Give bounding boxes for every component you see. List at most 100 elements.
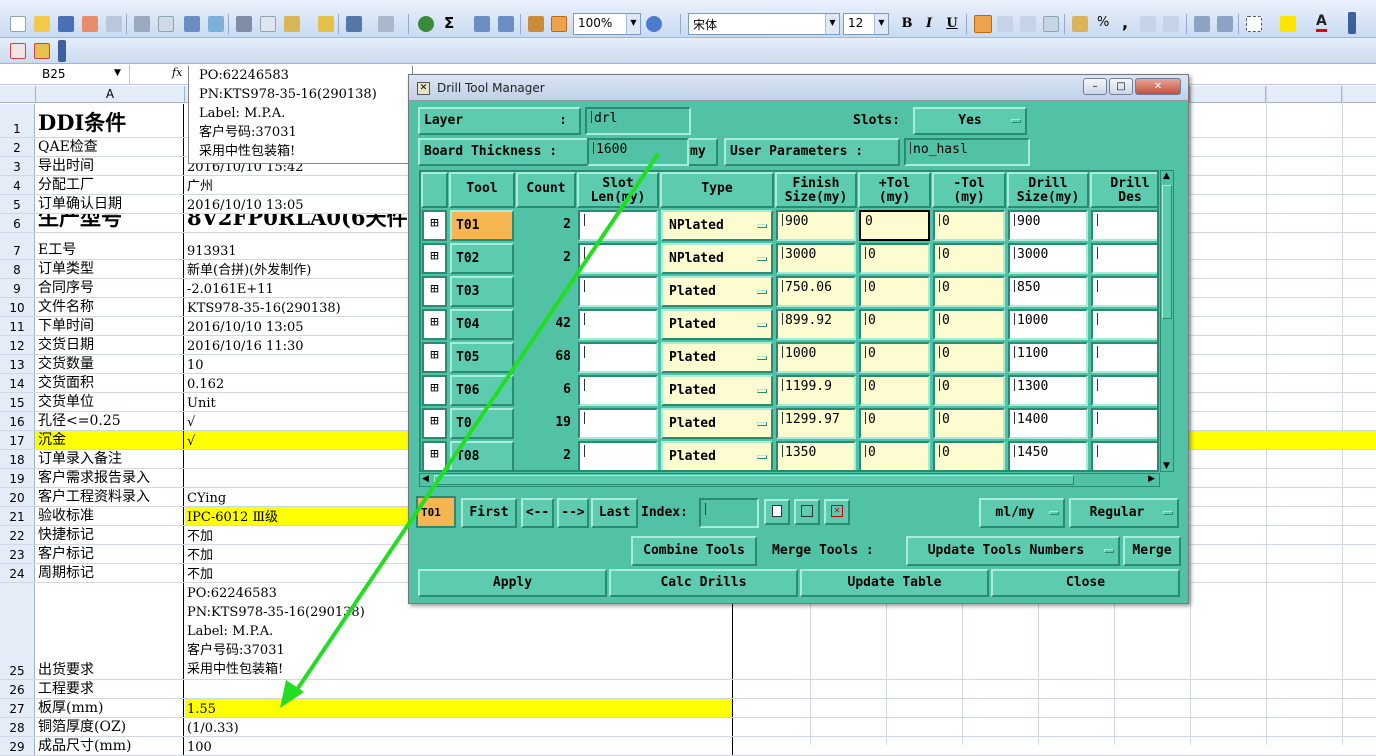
name-box[interactable]: B25 ▼	[0, 65, 130, 85]
row-number[interactable]: 11	[0, 317, 35, 335]
drill-size-field[interactable]: 850	[1008, 276, 1088, 307]
scroll-thumb[interactable]	[1162, 185, 1172, 319]
underline-button[interactable]: U	[943, 15, 961, 33]
drill-size-field[interactable]: 3000	[1008, 243, 1088, 274]
type-dropdown[interactable]: Plated	[661, 375, 773, 406]
drill-des-field[interactable]	[1091, 375, 1157, 406]
tool-button[interactable]: T0	[450, 408, 514, 439]
row-expand-button[interactable]: ⊞	[422, 408, 447, 439]
email-icon[interactable]	[106, 16, 122, 32]
finish-size-field[interactable]: 1199.9	[776, 375, 856, 406]
cell-a[interactable]: 成品尺寸(mm)	[36, 737, 184, 755]
toolbar-options-icon[interactable]	[1348, 12, 1356, 34]
row-number[interactable]: 16	[0, 412, 35, 430]
slot-len-field[interactable]	[578, 243, 658, 274]
chevron-down-icon[interactable]: ▼	[825, 14, 839, 34]
fill-color-icon[interactable]	[1280, 16, 1296, 32]
cell-a[interactable]: 导出时间	[36, 157, 184, 175]
first-button[interactable]: First	[461, 498, 517, 528]
chart-wizard-icon[interactable]	[528, 16, 544, 32]
row-number[interactable]: 24	[0, 564, 35, 582]
scroll-thumb[interactable]	[434, 475, 1074, 485]
type-dropdown[interactable]: Plated	[661, 276, 773, 307]
tool-button[interactable]: T06	[450, 375, 514, 406]
plus-tol-field[interactable]: 0	[859, 243, 930, 274]
plus-tol-field[interactable]: 0	[859, 210, 930, 241]
tool-button[interactable]: T01	[450, 210, 514, 241]
slot-len-field[interactable]	[578, 210, 658, 241]
plus-tol-field[interactable]: 0	[859, 309, 930, 340]
hyperlink-icon[interactable]	[418, 16, 434, 32]
align-left-icon[interactable]	[974, 15, 992, 33]
scroll-down-icon[interactable]: ▼	[1163, 461, 1170, 471]
italic-button[interactable]: I	[920, 15, 938, 33]
tool-button[interactable]: T08	[450, 441, 514, 470]
minus-tol-field[interactable]: 0	[933, 375, 1005, 406]
cell-a[interactable]: DDI条件	[36, 104, 184, 137]
horizontal-scrollbar[interactable]: ◀ ▶	[419, 473, 1160, 487]
scroll-up-icon[interactable]: ▲	[1163, 171, 1170, 181]
font-name-select[interactable]: 宋体 ▼	[688, 13, 840, 35]
tool-button[interactable]: T04	[450, 309, 514, 340]
row-number[interactable]: 8	[0, 260, 35, 278]
minus-tol-field[interactable]: 0	[933, 342, 1005, 373]
cell-a[interactable]: 订单确认日期	[36, 195, 184, 213]
drill-des-field[interactable]	[1091, 309, 1157, 340]
board-thickness-field[interactable]: 1600	[587, 138, 689, 166]
cell-a[interactable]: 周期标记	[36, 564, 184, 582]
research-icon[interactable]	[208, 16, 224, 32]
index-field[interactable]	[699, 498, 759, 528]
row-number[interactable]: 26	[0, 680, 35, 698]
cell-a[interactable]: 分配工厂	[36, 176, 184, 194]
plus-tol-field[interactable]: 0	[859, 441, 930, 470]
slot-len-field[interactable]	[578, 342, 658, 373]
row-number[interactable]: 4	[0, 176, 35, 194]
finish-size-field[interactable]: 1000	[776, 342, 856, 373]
select-all-corner[interactable]	[0, 86, 36, 103]
row-number[interactable]: 7	[0, 233, 35, 259]
cell-a[interactable]: 交货数量	[36, 355, 184, 373]
layer-field[interactable]: drl	[585, 107, 691, 135]
cell-a[interactable]: 板厚(mm)	[36, 699, 184, 717]
row-expand-button[interactable]: ⊞	[422, 243, 447, 274]
merge-center-icon[interactable]	[1043, 16, 1059, 32]
sort-descending-icon[interactable]	[498, 16, 514, 32]
cell-a[interactable]: 合同序号	[36, 279, 184, 297]
row-number[interactable]: 12	[0, 336, 35, 354]
cut-icon[interactable]	[236, 16, 252, 32]
user-parameters-button[interactable]: User Parameters :	[724, 138, 900, 166]
cell-a[interactable]: 交货单位	[36, 393, 184, 411]
borders-icon[interactable]	[1246, 16, 1262, 32]
mode-dropdown[interactable]: Regular	[1069, 498, 1179, 528]
vertical-scrollbar[interactable]: ▲ ▼	[1160, 170, 1174, 472]
row-number[interactable]: 23	[0, 545, 35, 563]
cell-a[interactable]: 交货日期	[36, 336, 184, 354]
cell-b[interactable]: (1/0.33)	[185, 718, 733, 736]
chevron-down-icon[interactable]: ▼	[874, 14, 888, 34]
pdf-icon[interactable]	[10, 43, 26, 59]
chevron-down-icon[interactable]: ▼	[114, 68, 121, 78]
user-parameters-field[interactable]: no_hasl	[904, 138, 1030, 166]
row-number[interactable]: 15	[0, 393, 35, 411]
minus-tol-field[interactable]: 0	[933, 210, 1005, 241]
maximize-button[interactable]: □	[1109, 78, 1133, 95]
cell-a[interactable]: 生产型号	[36, 214, 184, 232]
pdf-options-icon[interactable]	[34, 43, 50, 59]
row-number[interactable]: 3	[0, 157, 35, 175]
cell-a[interactable]: 工程要求	[36, 680, 184, 698]
row-expand-button[interactable]: ⊞	[422, 276, 447, 307]
tool-button[interactable]: T02	[450, 243, 514, 274]
cell-a[interactable]: 快捷标记	[36, 526, 184, 544]
cell-a[interactable]: 订单类型	[36, 260, 184, 278]
combine-tools-button[interactable]: Combine Tools	[631, 536, 757, 566]
increase-decimal-icon[interactable]	[1140, 16, 1156, 32]
bold-button[interactable]: B	[898, 15, 916, 33]
cell-a[interactable]: 沉金	[36, 431, 184, 449]
formula-content[interactable]: PO:62246583 PN:KTS978-35-16(290138) Labe…	[188, 66, 413, 164]
close-button[interactable]: Close	[991, 569, 1180, 597]
cell-a[interactable]: E工号	[36, 233, 184, 259]
open-icon[interactable]	[34, 16, 50, 32]
tool-button[interactable]: T03	[450, 276, 514, 307]
row-number[interactable]: 29	[0, 737, 35, 755]
row-number[interactable]: 9	[0, 279, 35, 297]
